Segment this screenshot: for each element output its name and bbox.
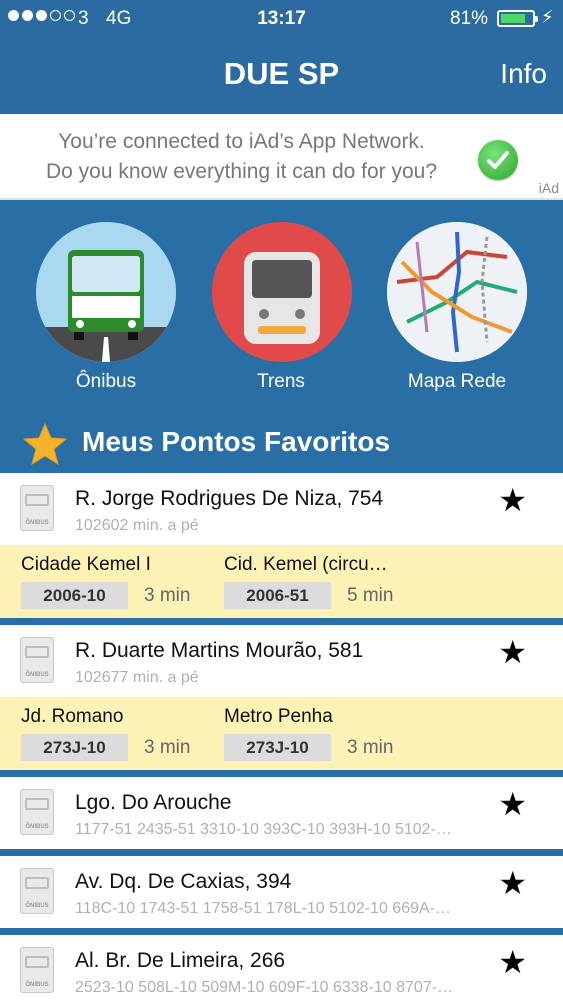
bolt-icon: ⚡︎ <box>541 7 554 27</box>
list-item[interactable]: ÔNIBUS R. Jorge Rodrigues De Niza, 754 1… <box>0 473 563 618</box>
battery-percent: 81% <box>450 8 489 29</box>
list-item[interactable]: ÔNIBUS Lgo. Do Arouche 1177-51 2435-51 3… <box>0 777 563 849</box>
line-name: Jd. Romano <box>21 706 124 727</box>
favorite-star-icon[interactable]: ★ <box>498 785 527 823</box>
bus-stop-icon: ÔNIBUS <box>20 485 54 531</box>
ad-text-line2: Do you know everything it can do for you… <box>45 160 438 183</box>
ad-text-line1: You’re connected to iAd’s App Network. <box>58 130 425 153</box>
map-button[interactable] <box>387 222 527 362</box>
map-label: Mapa Rede <box>407 371 507 392</box>
eta: 3 min <box>347 736 394 758</box>
divider <box>0 928 563 935</box>
info-button[interactable]: Info <box>500 58 547 90</box>
favorites-header: Meus Pontos Favoritos <box>0 422 563 466</box>
favorites-title: Meus Pontos Favoritos <box>82 426 391 457</box>
favorites-list: ÔNIBUS R. Jorge Rodrigues De Niza, 754 1… <box>0 473 563 1000</box>
map-icon <box>387 222 527 362</box>
line-code: 2006-51 <box>224 582 331 609</box>
list-item[interactable]: ÔNIBUS Al. Br. De Limeira, 266 2523-10 5… <box>0 935 563 1000</box>
line-name: Cid. Kemel (circu… <box>224 554 388 575</box>
arrivals-row: Cidade Kemel I 2006-10 3 min Cid. Kemel … <box>0 545 563 618</box>
favorite-star-icon[interactable]: ★ <box>498 864 527 902</box>
arrival-item[interactable]: Jd. Romano 273J-10 3 min <box>21 706 190 761</box>
divider <box>0 849 563 856</box>
iad-banner[interactable]: You’re connected to iAd’s App Network. D… <box>0 114 563 200</box>
line-code: 273J-10 <box>21 734 128 761</box>
line-name: Cidade Kemel I <box>21 554 151 575</box>
eta: 3 min <box>144 584 191 606</box>
arrival-item[interactable]: Cid. Kemel (circu… 2006-51 5 min <box>224 554 393 609</box>
page-title: DUE SP <box>223 56 340 91</box>
bus-label: Ônibus <box>75 371 137 392</box>
main-panel: Ônibus Trens Mapa Rede Meus Pontos Favor… <box>0 200 563 473</box>
stop-distance: 102602 min. a pé <box>75 517 199 534</box>
eta: 3 min <box>144 736 191 758</box>
arrival-item[interactable]: Cidade Kemel I 2006-10 3 min <box>21 554 190 609</box>
stop-lines: 118C-10 1743-51 1758-51 178L-10 5102-10 … <box>75 900 451 917</box>
list-item[interactable]: ÔNIBUS Av. Dq. De Caxias, 394 118C-10 17… <box>0 856 563 928</box>
bus-stop-icon: ÔNIBUS <box>20 789 54 835</box>
star-icon <box>22 422 68 466</box>
stop-lines: 1177-51 2435-51 3310-10 393C-10 393H-10 … <box>75 821 452 838</box>
stop-name: Lgo. Do Arouche <box>75 791 232 814</box>
top-bar: 3 4G 13:17 81% ⚡︎ DUE SP Info <box>0 0 563 114</box>
stop-name: R. Jorge Rodrigues De Niza, 754 <box>75 487 384 510</box>
train-icon <box>212 222 352 362</box>
stop-lines: 2523-10 508L-10 509M-10 609F-10 6338-10 … <box>75 979 454 996</box>
bus-stop-icon: ÔNIBUS <box>20 868 54 914</box>
favorite-star-icon[interactable]: ★ <box>498 943 527 981</box>
line-name: Metro Penha <box>224 706 333 727</box>
list-item[interactable]: ÔNIBUS R. Duarte Martins Mourão, 581 102… <box>0 625 563 770</box>
favorite-star-icon[interactable]: ★ <box>498 481 527 519</box>
bus-stop-icon: ÔNIBUS <box>20 947 54 993</box>
eta: 5 min <box>347 584 394 606</box>
checkmark-icon <box>478 140 518 180</box>
line-code: 2006-10 <box>21 582 128 609</box>
iad-badge: iAd <box>538 180 559 196</box>
arrivals-row: Jd. Romano 273J-10 3 min Metro Penha 273… <box>0 697 563 770</box>
divider <box>0 618 563 625</box>
train-label: Trens <box>257 371 305 392</box>
bus-stop-icon: ÔNIBUS <box>20 637 54 683</box>
stop-name: R. Duarte Martins Mourão, 581 <box>75 639 364 662</box>
stop-name: Av. Dq. De Caxias, 394 <box>75 870 292 893</box>
bus-button[interactable] <box>36 222 176 362</box>
bus-icon <box>36 222 176 362</box>
battery-icon <box>497 10 538 27</box>
stop-name: Al. Br. De Limeira, 266 <box>75 949 286 972</box>
stop-distance: 102677 min. a pé <box>75 669 199 686</box>
status-bar: 3 4G 13:17 81% ⚡︎ <box>0 0 563 36</box>
arrival-item[interactable]: Metro Penha 273J-10 3 min <box>224 706 393 761</box>
train-button[interactable] <box>212 222 352 362</box>
line-code: 273J-10 <box>224 734 331 761</box>
divider <box>0 770 563 777</box>
favorite-star-icon[interactable]: ★ <box>498 633 527 671</box>
